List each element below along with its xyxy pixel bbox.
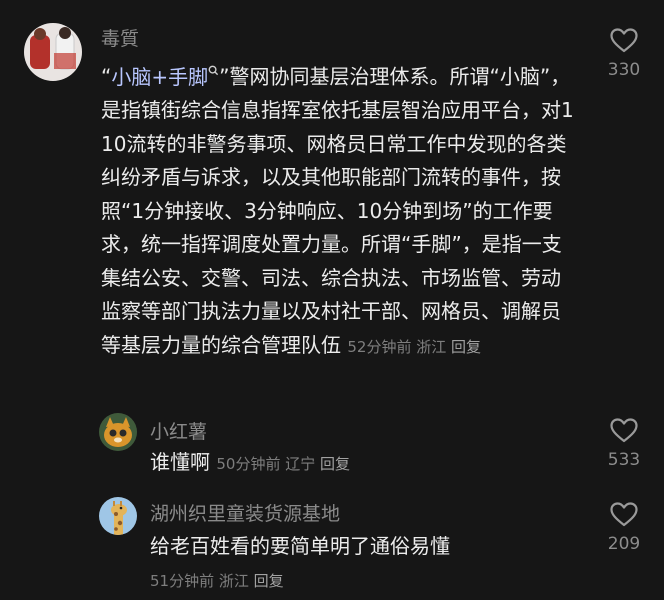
like-area: 209 bbox=[594, 502, 654, 554]
reply-button[interactable]: 回复 bbox=[451, 338, 481, 356]
comment-location: 浙江 bbox=[218, 572, 249, 590]
reply-button[interactable]: 回复 bbox=[320, 455, 350, 473]
heart-icon[interactable] bbox=[610, 28, 638, 53]
heart-icon[interactable] bbox=[610, 418, 638, 443]
search-link[interactable]: 小脑+手脚 bbox=[111, 65, 219, 89]
like-count: 330 bbox=[607, 60, 641, 80]
avatar[interactable] bbox=[24, 23, 82, 81]
comment-time: 52分钟前 bbox=[347, 337, 412, 356]
comment-meta: 52分钟前 浙江 回复 bbox=[347, 338, 481, 356]
comment-time: 50分钟前 bbox=[216, 455, 281, 473]
comment-text: 给老百姓看的要简单明了通俗易懂 bbox=[150, 529, 570, 563]
avatar-image bbox=[24, 23, 82, 81]
comment-meta: 50分钟前 辽宁 回复 bbox=[216, 455, 350, 473]
comment-meta: 51分钟前 浙江 回复 bbox=[150, 570, 284, 591]
comment-body: 给老百姓看的要简单明了通俗易懂 bbox=[150, 534, 450, 558]
comment-location: 辽宁 bbox=[285, 455, 316, 473]
comment-body: 谁懂啊 bbox=[150, 450, 210, 474]
username[interactable]: 毒質 bbox=[101, 27, 139, 51]
comment-time: 51分钟前 bbox=[150, 572, 215, 590]
username[interactable]: 小红薯 bbox=[150, 420, 207, 444]
search-link-text: 小脑+手脚 bbox=[111, 64, 209, 89]
like-area: 533 bbox=[594, 418, 654, 470]
like-count: 209 bbox=[607, 534, 641, 554]
like-area: 330 bbox=[594, 28, 654, 80]
like-count: 533 bbox=[607, 450, 641, 470]
comment-text: “小脑+手脚 ”警网协同基层治理体系。所谓“小脑”，是指镇街综合信息指挥室依托基层… bbox=[101, 56, 579, 364]
heart-icon[interactable] bbox=[610, 502, 638, 527]
comment-text: 谁懂啊 50分钟前 辽宁 回复 bbox=[150, 446, 570, 482]
avatar[interactable] bbox=[99, 497, 137, 535]
open-quote: “ bbox=[101, 64, 112, 89]
reply-button[interactable]: 回复 bbox=[254, 572, 284, 590]
avatar-image bbox=[99, 497, 137, 535]
search-icon bbox=[208, 65, 219, 79]
username[interactable]: 湖州织里童装货源基地 bbox=[150, 502, 340, 526]
comment-body: ”警网协同基层治理体系。所谓“小脑”，是指镇街综合信息指挥室依托基层智治应用平台… bbox=[101, 64, 574, 357]
avatar[interactable] bbox=[99, 413, 137, 451]
comment-location: 浙江 bbox=[416, 337, 447, 356]
avatar-image bbox=[99, 413, 137, 451]
